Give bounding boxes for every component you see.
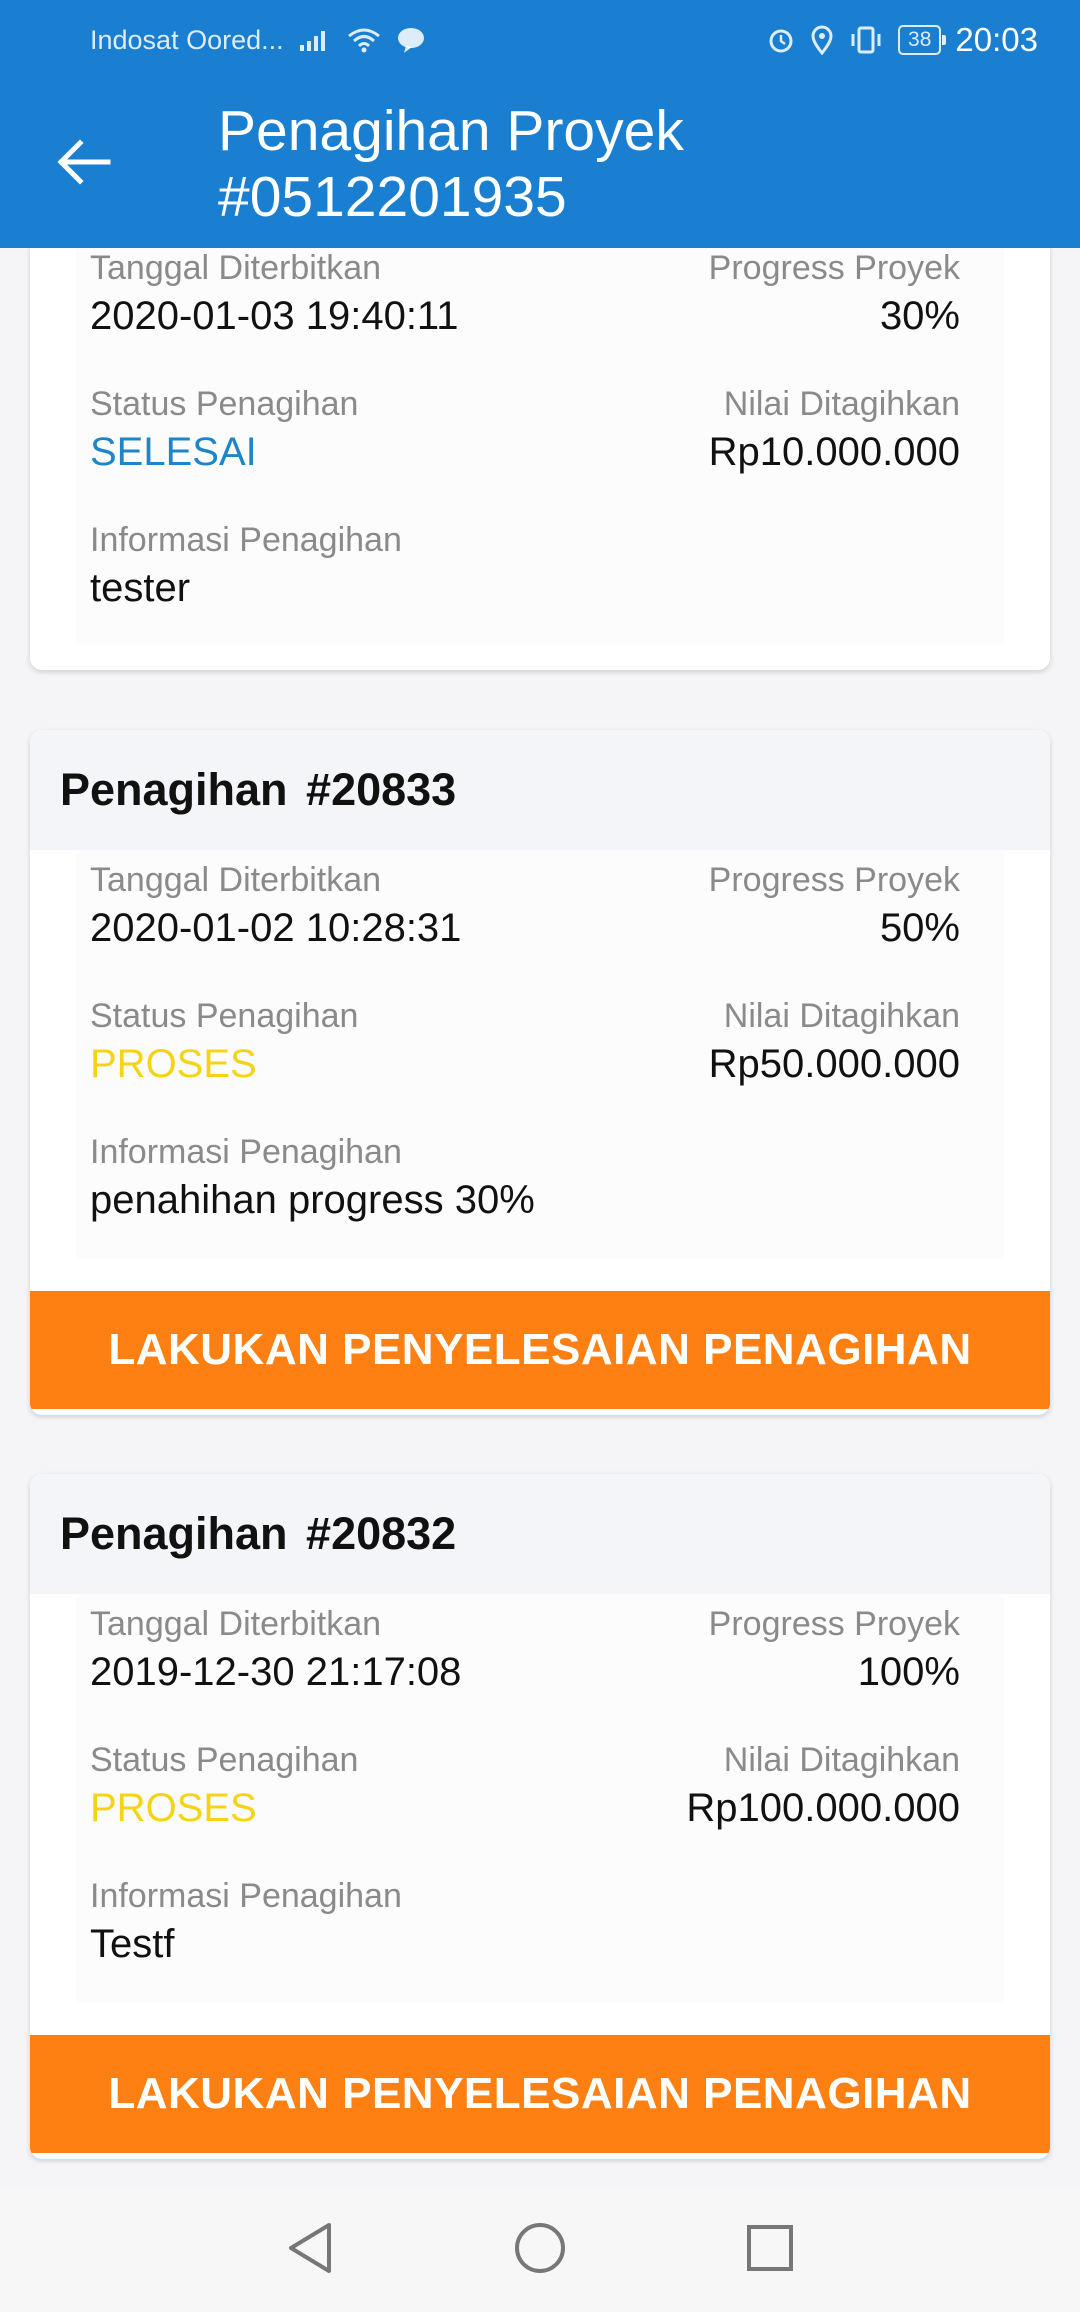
alarm-icon	[766, 25, 796, 55]
system-nav-bar	[0, 2188, 1080, 2312]
status-value: SELESAI	[90, 430, 257, 474]
status-value: PROSES	[90, 1042, 257, 1086]
nav-back-button[interactable]	[275, 2215, 345, 2285]
date-label: Tanggal Diterbitkan	[90, 1605, 382, 1643]
billing-card: Tanggal Diterbitkan 2020-01-03 19:40:11 …	[30, 248, 1050, 670]
amount-label: Nilai Ditagihkan	[723, 385, 960, 423]
progress-value: 100%	[857, 1650, 960, 1694]
info-value: Testf	[90, 1922, 175, 1966]
date-value: 2020-01-02 10:28:31	[90, 906, 462, 950]
location-icon	[810, 25, 834, 55]
page-title: Penagihan Proyek #0512201935	[218, 98, 1018, 230]
status-label: Status Penagihan	[90, 1741, 359, 1779]
progress-label: Progress Proyek	[708, 249, 960, 287]
nav-recent-button[interactable]	[735, 2215, 805, 2285]
status-bar: Indosat Oored... 38 20:03	[0, 0, 1080, 80]
progress-label: Progress Proyek	[708, 861, 960, 899]
amount-value: Rp10.000.000	[708, 430, 960, 474]
amount-value: Rp100.000.000	[686, 1786, 960, 1830]
billing-card-header: Penagihan #20832	[30, 1474, 1050, 1594]
row-status-amount: Status Penagihan SELESAI Nilai Ditagihka…	[76, 374, 1004, 510]
info-label: Informasi Penagihan	[90, 521, 402, 559]
row-status-amount: Status Penagihan PROSES Nilai Ditagihkan…	[76, 986, 1004, 1122]
circle-home-icon	[513, 2221, 567, 2280]
info-value: tester	[90, 566, 191, 610]
status-label: Status Penagihan	[90, 997, 359, 1035]
wifi-icon	[346, 26, 382, 54]
complete-billing-button[interactable]: LAKUKAN PENYELESAIAN PENAGIHAN	[30, 2035, 1050, 2153]
billing-list[interactable]: Tanggal Diterbitkan 2020-01-03 19:40:11 …	[0, 248, 1080, 2188]
billing-card-header: Penagihan #20833	[30, 730, 1050, 850]
row-info: Informasi Penagihan tester	[76, 510, 1004, 646]
row-info: Informasi Penagihan Testf	[76, 1866, 1004, 2002]
row-date-progress: Tanggal Diterbitkan 2020-01-02 10:28:31 …	[76, 850, 1004, 986]
date-value: 2019-12-30 21:17:08	[90, 1650, 462, 1694]
signal-icon	[298, 27, 332, 53]
row-date-progress: Tanggal Diterbitkan 2019-12-30 21:17:08 …	[76, 1594, 1004, 1730]
clock: 20:03	[955, 21, 1038, 58]
nav-home-button[interactable]	[505, 2215, 575, 2285]
status-value: PROSES	[90, 1786, 257, 1830]
triangle-back-icon	[285, 2221, 335, 2280]
row-date-progress: Tanggal Diterbitkan 2020-01-03 19:40:11 …	[76, 248, 1004, 374]
billing-card: Penagihan #20833 Tanggal Diterbitkan 202…	[30, 730, 1050, 1415]
row-info: Informasi Penagihan penahihan progress 3…	[76, 1122, 1004, 1258]
page-title-line2: #0512201935	[218, 165, 567, 229]
progress-label: Progress Proyek	[708, 1605, 960, 1643]
row-status-amount: Status Penagihan PROSES Nilai Ditagihkan…	[76, 1730, 1004, 1866]
status-label: Status Penagihan	[90, 385, 359, 423]
vibrate-icon	[848, 25, 884, 55]
date-value: 2020-01-03 19:40:11	[90, 294, 459, 338]
app-bar: Indosat Oored... 38 20:03 Penagihan Proy…	[0, 0, 1080, 248]
complete-billing-button[interactable]: LAKUKAN PENYELESAIAN PENAGIHAN	[30, 1291, 1050, 1409]
carrier-name: Indosat Oored...	[90, 24, 284, 55]
line-app-icon	[396, 26, 426, 54]
progress-value: 50%	[879, 906, 960, 950]
battery-indicator: 38	[898, 25, 947, 55]
amount-label: Nilai Ditagihkan	[723, 997, 960, 1035]
info-label: Informasi Penagihan	[90, 1133, 402, 1171]
amount-value: Rp50.000.000	[708, 1042, 960, 1086]
date-label: Tanggal Diterbitkan	[90, 861, 382, 899]
billing-card: Penagihan #20832 Tanggal Diterbitkan 201…	[30, 1474, 1050, 2159]
back-button[interactable]	[52, 132, 116, 196]
progress-value: 30%	[879, 294, 960, 338]
info-label: Informasi Penagihan	[90, 1877, 402, 1915]
info-value: penahihan progress 30%	[90, 1178, 535, 1222]
arrow-left-icon	[56, 138, 112, 191]
amount-label: Nilai Ditagihkan	[723, 1741, 960, 1779]
page-title-line1: Penagihan Proyek	[218, 99, 684, 163]
date-label: Tanggal Diterbitkan	[90, 249, 382, 287]
square-recent-icon	[745, 2223, 795, 2278]
